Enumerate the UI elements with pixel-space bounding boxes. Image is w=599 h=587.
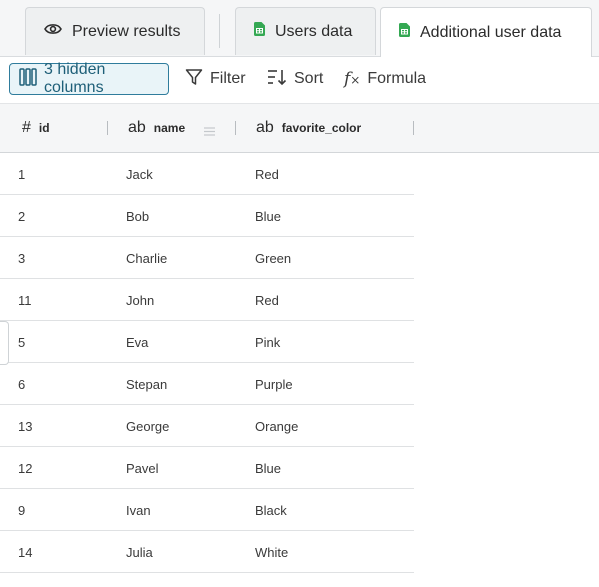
cell-favorite-color[interactable]: Red xyxy=(255,293,279,308)
sort-icon xyxy=(267,68,287,91)
cell-name[interactable]: Eva xyxy=(126,335,148,350)
cell-name[interactable]: Charlie xyxy=(126,251,167,266)
sort-button[interactable]: Sort xyxy=(267,63,323,95)
cell-name[interactable]: Jack xyxy=(126,167,153,182)
table-row[interactable]: 13 George Orange xyxy=(0,405,414,447)
tab-divider xyxy=(219,14,220,48)
cell-id[interactable]: 6 xyxy=(18,377,25,392)
column-resize-handle[interactable] xyxy=(107,121,108,135)
table-row[interactable]: 14 Julia White xyxy=(0,531,414,573)
formula-button[interactable]: f× Formula xyxy=(344,63,426,95)
table-row[interactable]: 1 Jack Red xyxy=(0,153,414,195)
filter-label: Filter xyxy=(210,70,246,87)
column-name: id xyxy=(38,121,50,135)
cell-id[interactable]: 13 xyxy=(18,419,32,434)
filter-icon xyxy=(185,68,203,91)
table-header: # id ab name ab favorite_color xyxy=(0,103,599,153)
cell-name[interactable]: Stepan xyxy=(126,377,167,392)
column-name: name xyxy=(153,121,186,135)
cell-favorite-color[interactable]: Blue xyxy=(255,209,281,224)
table-row[interactable]: 3 Charlie Green xyxy=(0,237,414,279)
cell-favorite-color[interactable]: Pink xyxy=(255,335,280,350)
column-header-name[interactable]: ab name xyxy=(128,104,185,152)
cell-favorite-color[interactable]: White xyxy=(255,545,288,560)
spreadsheet-icon xyxy=(254,22,265,41)
table-body: 1 Jack Red 2 Bob Blue 3 Charlie Green 11 John Re… xyxy=(0,153,414,573)
column-name: favorite_color xyxy=(281,121,362,135)
cell-id[interactable]: 9 xyxy=(18,503,25,518)
table-row[interactable]: 6 Stepan Purple xyxy=(0,363,414,405)
spreadsheet-icon xyxy=(399,23,410,42)
cell-id[interactable]: 2 xyxy=(18,209,25,224)
cell-name[interactable]: Ivan xyxy=(126,503,151,518)
cell-favorite-color[interactable]: Purple xyxy=(255,377,293,392)
tab-users-data[interactable]: Users data xyxy=(235,7,376,55)
tab-preview-results[interactable]: Preview results xyxy=(25,7,205,55)
table-row[interactable]: 5 Eva Pink xyxy=(0,321,414,363)
cell-id[interactable]: 11 xyxy=(18,293,32,308)
cell-name[interactable]: Bob xyxy=(126,209,149,224)
text-type-icon: ab xyxy=(128,119,146,136)
table-row[interactable]: 9 Ivan Black xyxy=(0,489,414,531)
cell-id[interactable]: 14 xyxy=(18,545,32,560)
table-row[interactable]: 11 John Red xyxy=(0,279,414,321)
cell-name[interactable]: Julia xyxy=(126,545,153,560)
formula-icon: f× xyxy=(344,69,361,89)
cell-favorite-color[interactable]: Black xyxy=(255,503,287,518)
drag-handle-icon[interactable] xyxy=(204,123,215,141)
cell-favorite-color[interactable]: Blue xyxy=(255,461,281,476)
hidden-columns-label: 3 hidden columns xyxy=(44,61,106,96)
tab-label: Additional user data xyxy=(420,23,562,41)
column-header-id[interactable]: # id xyxy=(22,104,50,152)
sidebar-collapse-handle[interactable] xyxy=(0,321,9,365)
cell-favorite-color[interactable]: Red xyxy=(255,167,279,182)
column-resize-handle[interactable] xyxy=(413,121,414,135)
cell-id[interactable]: 1 xyxy=(18,167,25,182)
cell-id[interactable]: 5 xyxy=(18,335,25,350)
tab-label: Preview results xyxy=(72,22,181,40)
cell-name[interactable]: Pavel xyxy=(126,461,159,476)
hidden-columns-button[interactable]: 3 hidden columns xyxy=(9,61,169,96)
text-type-icon: ab xyxy=(256,119,274,136)
table-row[interactable]: 12 Pavel Blue xyxy=(0,447,414,489)
column-header-favorite-color[interactable]: ab favorite_color xyxy=(256,104,361,152)
cell-id[interactable]: 3 xyxy=(18,251,25,266)
cell-favorite-color[interactable]: Orange xyxy=(255,419,298,434)
eye-icon xyxy=(44,22,62,41)
tab-label: Users data xyxy=(275,22,353,40)
tab-bar: Preview results Users data Additional us… xyxy=(0,0,599,57)
cell-name[interactable]: John xyxy=(126,293,154,308)
tab-additional-user-data[interactable]: Additional user data xyxy=(380,7,592,57)
cell-favorite-color[interactable]: Green xyxy=(255,251,291,266)
sort-label: Sort xyxy=(294,70,324,87)
number-type-icon: # xyxy=(22,119,31,136)
cell-name[interactable]: George xyxy=(126,419,169,434)
column-resize-handle[interactable] xyxy=(235,121,236,135)
table-row[interactable]: 2 Bob Blue xyxy=(0,195,414,237)
columns-icon xyxy=(19,67,37,91)
filter-button[interactable]: Filter xyxy=(185,63,246,95)
toolbar: 3 hidden columns Filter Sort f× Formula xyxy=(0,57,599,103)
cell-id[interactable]: 12 xyxy=(18,461,32,476)
formula-label: Formula xyxy=(367,70,427,87)
